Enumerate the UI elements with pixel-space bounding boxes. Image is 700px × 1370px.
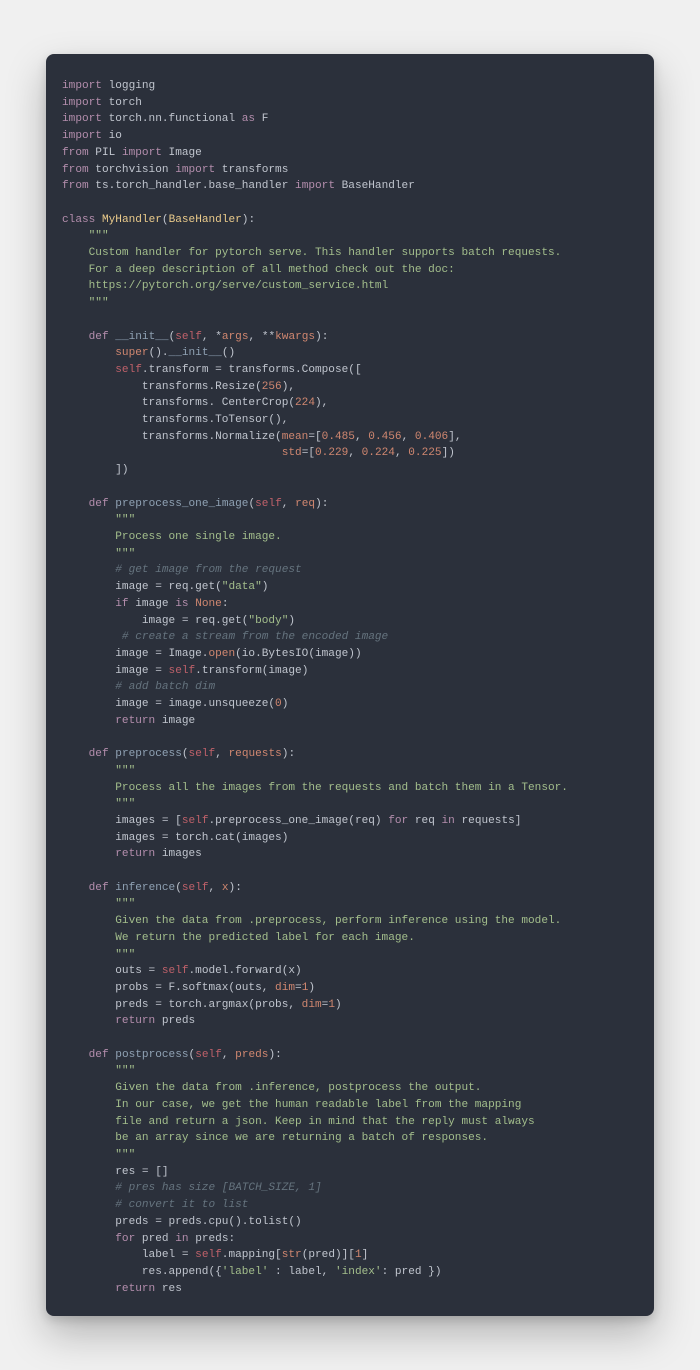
python-code-block: import logging import torch import torch… xyxy=(62,78,638,1297)
code-card: import logging import torch import torch… xyxy=(46,54,654,1316)
